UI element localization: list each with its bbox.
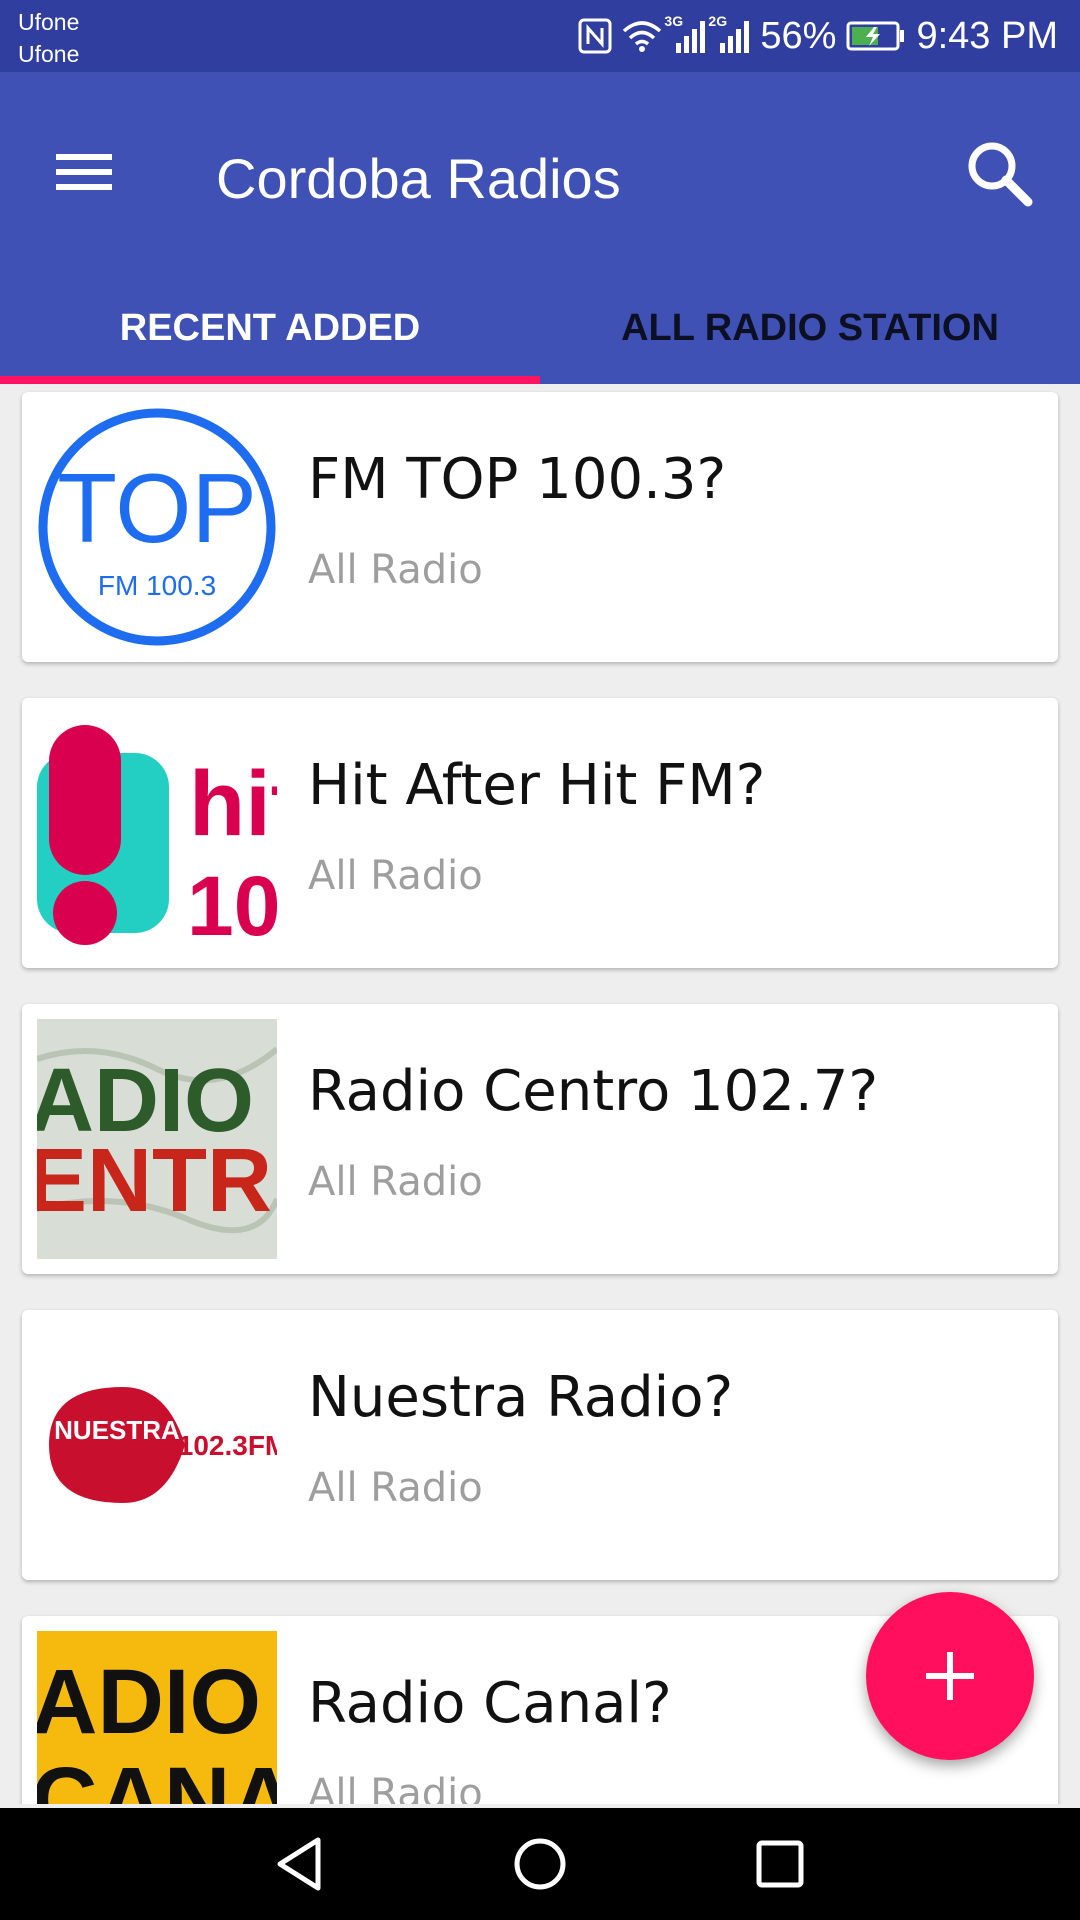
carrier-label: Ufone [18, 9, 80, 35]
station-card[interactable]: TOP FM 100.3 FM TOP 100.3? All Radio [22, 392, 1058, 662]
nav-home-button[interactable] [510, 1834, 570, 1894]
battery-charging-icon [846, 21, 906, 51]
wifi-icon [622, 19, 662, 53]
tab-all-radio-station[interactable]: ALL RADIO STATION [540, 272, 1080, 384]
clock: 9:43 PM [916, 14, 1058, 57]
station-name: Radio Centro 102.7? [308, 1059, 879, 1124]
radio-centro-logo: ADIO ENTR [37, 1019, 277, 1259]
logo-text: TOP [57, 453, 257, 563]
signal-icon: 3G [664, 13, 706, 53]
station-card[interactable]: NUESTRA 102.3FM Nuestra Radio? All Radio [22, 1310, 1058, 1580]
station-category: All Radio [308, 1159, 483, 1205]
station-category: All Radio [308, 1771, 483, 1804]
station-card[interactable]: hit 10 Hit After Hit FM? All Radio [22, 698, 1058, 968]
logo-subtext: 102.3FM [178, 1430, 277, 1461]
network-type-label: 3G [664, 13, 684, 29]
home-icon [514, 1838, 566, 1890]
tab-recent-added[interactable]: RECENT ADDED [0, 272, 540, 384]
hit-fm-logo: hit 10 [37, 713, 277, 953]
status-bar: Ufone Ufone 3G 2G 56% 9:43 PM [0, 0, 1080, 72]
recents-icon [756, 1840, 804, 1888]
station-card[interactable]: ADIO ENTR Radio Centro 102.7? All Radio [22, 1004, 1058, 1274]
tab-indicator [0, 376, 540, 384]
station-name: Hit After Hit FM? [308, 753, 766, 818]
logo-subtext: ENTR [37, 1131, 272, 1231]
carrier-label: Ufone [18, 41, 80, 67]
station-category: All Radio [308, 1465, 483, 1511]
hamburger-menu-icon [56, 154, 112, 160]
add-station-button[interactable] [866, 1592, 1034, 1760]
signal-icon: 2G [708, 13, 750, 53]
status-icons: 3G 2G 56% 9:43 PM [578, 13, 1058, 58]
logo-subtext: 10 [187, 859, 277, 953]
plus-icon [926, 1652, 974, 1700]
nfc-icon [578, 18, 612, 54]
search-icon [968, 142, 1033, 207]
tab-bar: RECENT ADDED ALL RADIO STATION [0, 272, 1080, 384]
menu-button[interactable] [40, 124, 130, 214]
station-name: Radio Canal? [308, 1671, 672, 1736]
logo-subtext: FM 100.3 [98, 570, 216, 601]
station-list[interactable]: TOP FM 100.3 FM TOP 100.3? All Radio hit… [0, 384, 1080, 1804]
station-name: FM TOP 100.3? [308, 447, 727, 512]
battery-percent: 56% [760, 14, 837, 57]
logo-text: ADIO [37, 1651, 261, 1753]
station-category: All Radio [308, 853, 483, 899]
logo-text: hit [189, 753, 277, 855]
app-title: Cordoba Radios [216, 147, 621, 210]
search-button[interactable] [950, 124, 1050, 224]
carrier-names: Ufone Ufone [18, 6, 79, 70]
station-category: All Radio [308, 547, 483, 593]
app-bar: Cordoba Radios RECENT ADDED ALL RADIO ST… [0, 72, 1080, 384]
network-type-label: 2G [708, 13, 728, 29]
nav-back-button[interactable] [270, 1834, 330, 1894]
logo-subtext: CANA [37, 1749, 277, 1804]
back-icon [277, 1837, 321, 1891]
radio-canal-logo: ADIO CANA [37, 1631, 277, 1804]
nav-recents-button[interactable] [750, 1834, 810, 1894]
station-name: Nuestra Radio? [308, 1365, 734, 1430]
logo-text: NUESTRA [54, 1415, 180, 1445]
system-nav-bar [0, 1808, 1080, 1920]
nuestra-radio-logo: NUESTRA 102.3FM [37, 1325, 277, 1565]
top-fm-logo: TOP FM 100.3 [37, 407, 277, 647]
